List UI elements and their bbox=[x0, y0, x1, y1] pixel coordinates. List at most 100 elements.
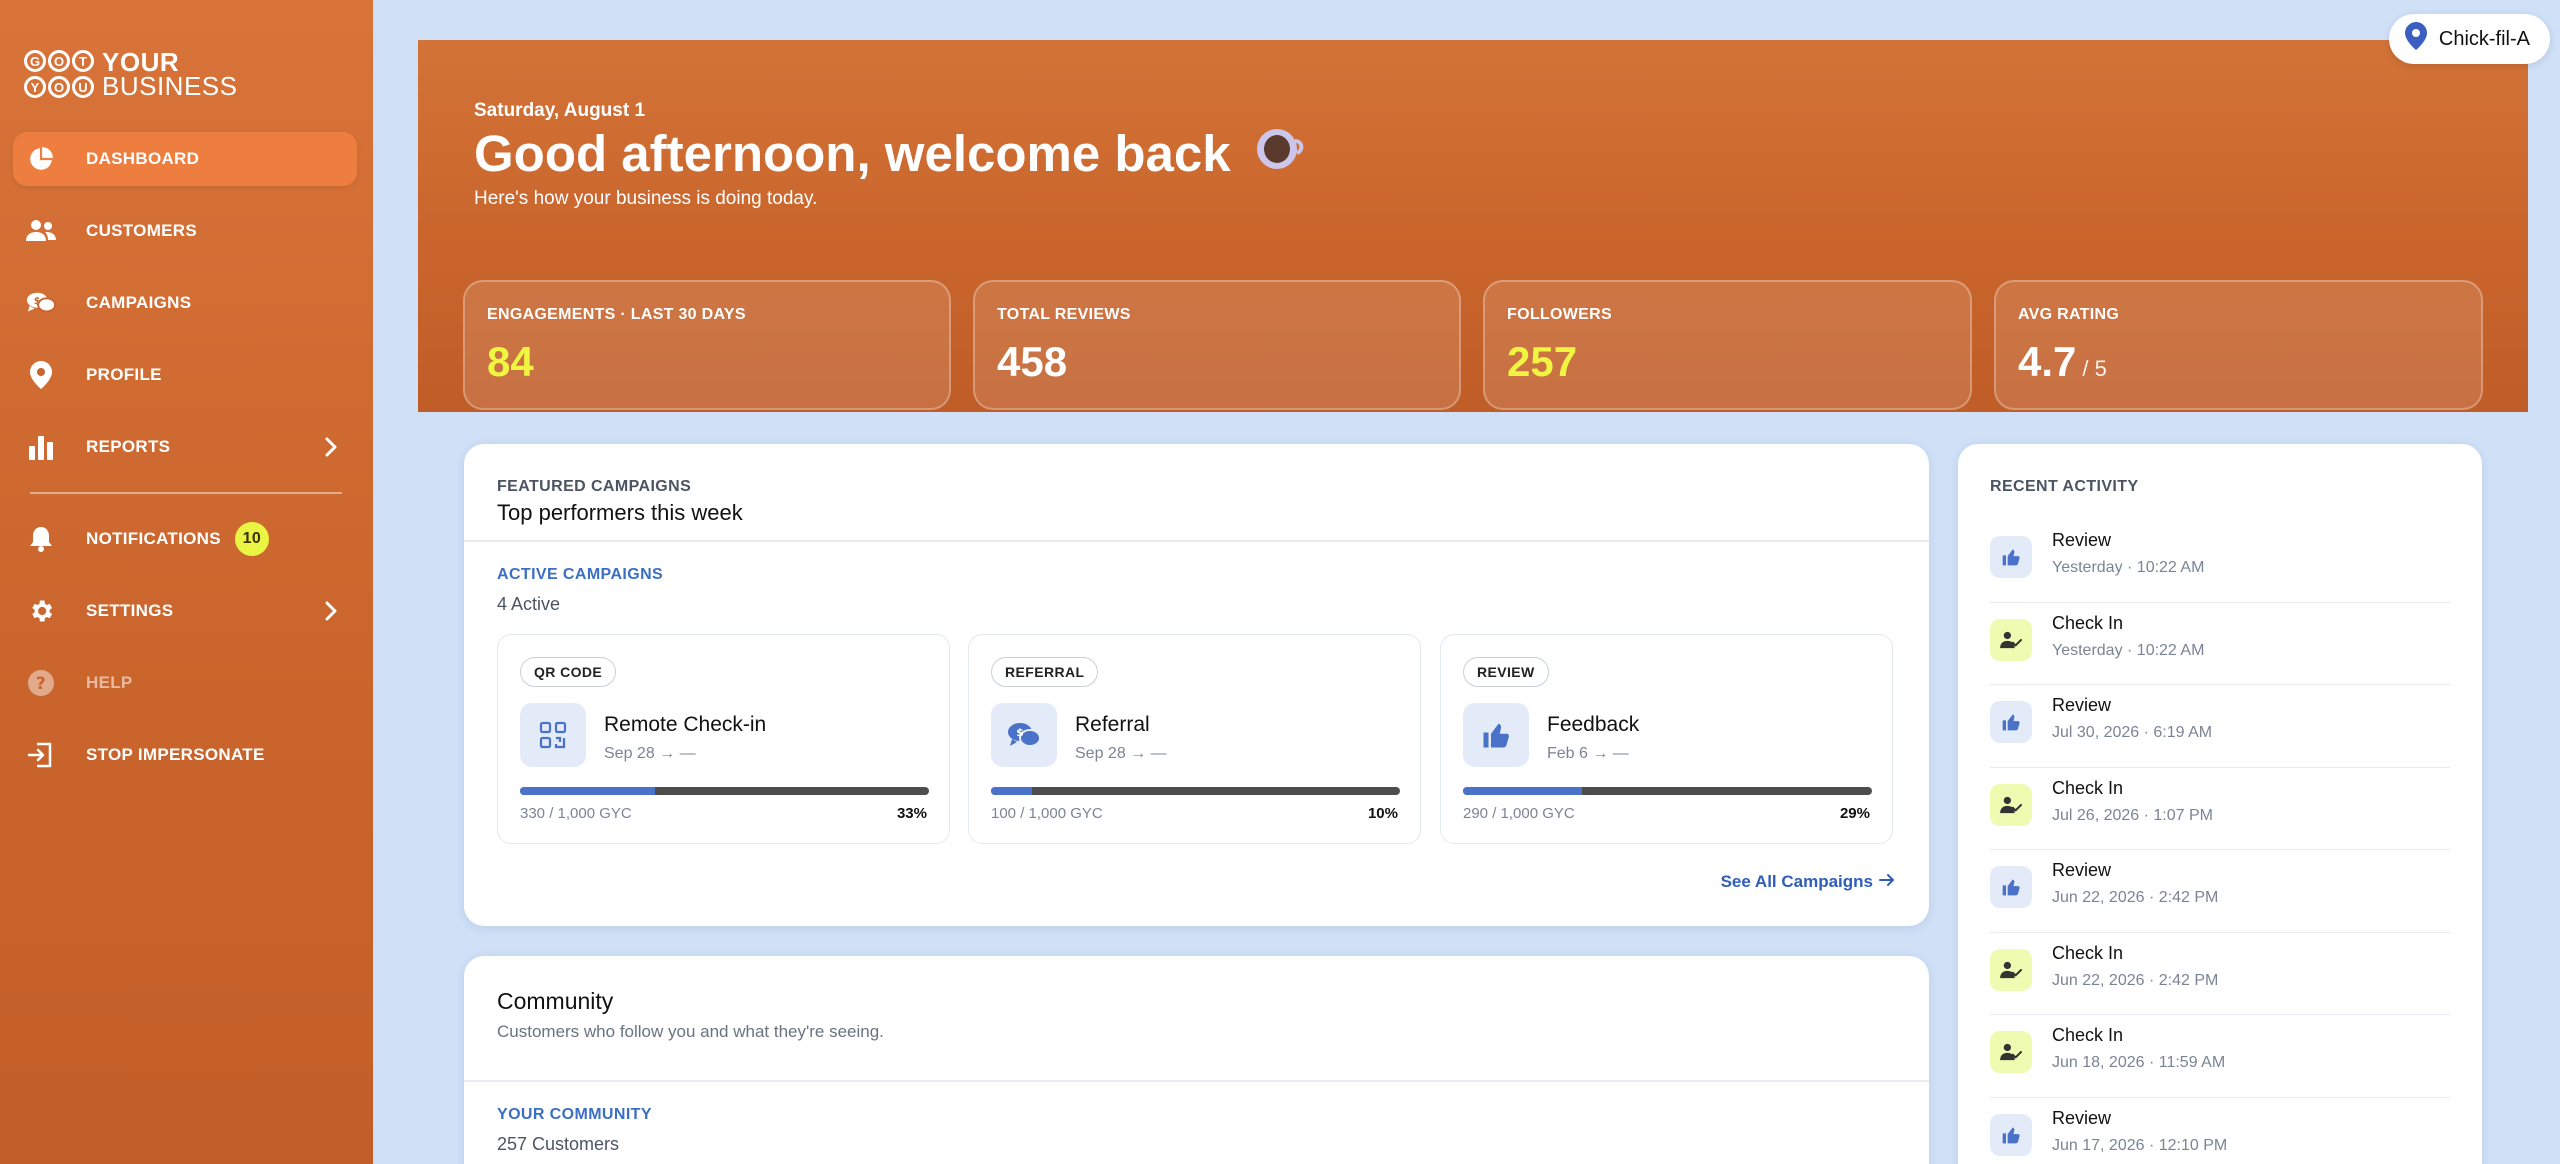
stat-value: 4.7/ 5 bbox=[2018, 338, 2107, 386]
bar-chart-icon bbox=[26, 432, 56, 462]
progress-fill bbox=[991, 787, 1032, 795]
rating-value: 4.7 bbox=[2018, 338, 2077, 385]
activity-title: Check In bbox=[2052, 1025, 2124, 1045]
activity-timestamp: Jul 30, 2026 · 6:19 AM bbox=[2052, 724, 2213, 741]
location-pin-icon bbox=[2404, 22, 2427, 56]
coffee-cup-icon bbox=[1255, 124, 1305, 183]
activity-title: Check In bbox=[2052, 612, 2124, 633]
welcome-heading: Good afternoon, welcome back bbox=[474, 124, 1305, 183]
sidebar-item-label: CUSTOMERS bbox=[86, 221, 198, 240]
recent-activity-card: RECENT ACTIVITY Review Yesterday · 10:22 … bbox=[1958, 444, 2482, 1164]
nav-divider bbox=[30, 492, 342, 494]
card-overline: FEATURED CAMPAIGNS bbox=[497, 478, 692, 495]
location-pin-icon bbox=[26, 360, 56, 390]
current-date: Saturday, August 1 bbox=[474, 100, 646, 121]
activity-title: Review bbox=[2052, 530, 2112, 550]
stat-label: FOLLOWERS bbox=[1507, 306, 1612, 323]
logo-mark: G O T Y O U bbox=[24, 50, 94, 98]
sidebar-item-label: HELP bbox=[86, 673, 133, 692]
sidebar-item-stop-impersonate[interactable]: STOP IMPERSONATE bbox=[13, 728, 357, 782]
stat-card-followers: FOLLOWERS 257 bbox=[1483, 280, 1972, 410]
sidebar-item-help[interactable]: ? HELP bbox=[13, 656, 357, 710]
campaign-percent: 29% bbox=[1839, 805, 1870, 822]
campaign-card-feedback[interactable]: REVIEW Feedback Feb 6 → — 290 / 1,000 GY… bbox=[1440, 634, 1893, 844]
activity-timestamp: Yesterday · 10:22 AM bbox=[2052, 641, 2205, 659]
sidebar-item-reports[interactable]: REPORTS bbox=[13, 420, 357, 474]
referral-chat-icon: $ bbox=[991, 703, 1057, 767]
campaign-dates: Feb 6 → — bbox=[1547, 745, 1629, 762]
activity-item[interactable]: Review Jul 30, 2026 · 6:19 AM bbox=[1990, 685, 2450, 768]
activity-timestamp: Jun 18, 2026 · 11:59 AM bbox=[2052, 1054, 2226, 1071]
campaign-progress-bar bbox=[1463, 787, 1872, 795]
activity-text: Check In Yesterday · 10:22 AM bbox=[2052, 609, 2204, 660]
activity-title: Check In bbox=[2052, 942, 2124, 963]
activity-list: Review Yesterday · 10:22 AM Check In Yeste… bbox=[1990, 520, 2450, 1164]
thumbs-up-icon bbox=[1990, 1113, 2032, 1156]
see-all-label: See All Campaigns bbox=[1720, 872, 1873, 891]
activity-item[interactable]: Check In Jun 18, 2026 · 11:59 AM bbox=[1990, 1015, 2450, 1098]
logo-letter: O bbox=[48, 76, 70, 98]
activity-title: Review bbox=[2052, 1107, 2112, 1128]
users-icon bbox=[26, 216, 56, 246]
logo-letter: T bbox=[72, 50, 94, 72]
card-title: Community bbox=[497, 988, 614, 1014]
sidebar-item-settings[interactable]: SETTINGS bbox=[13, 584, 357, 638]
stat-label: AVG RATING bbox=[2018, 306, 2120, 323]
chevron-right-icon bbox=[325, 437, 337, 462]
section-label: ACTIVE CAMPAIGNS bbox=[497, 566, 664, 583]
campaign-progress-text: 100 / 1,000 GYC bbox=[991, 805, 1103, 822]
stat-value: 257 bbox=[1507, 338, 1578, 385]
svg-text:$: $ bbox=[1016, 726, 1024, 739]
arrow-right-icon bbox=[1879, 872, 1895, 892]
campaign-card-remote-check-in[interactable]: QR CODE Remote Check-in Sep 28 → — 330 /… bbox=[497, 634, 950, 844]
logo-letter: U bbox=[72, 76, 94, 98]
activity-item[interactable]: Check In Jun 22, 2026 · 2:42 PM bbox=[1990, 933, 2450, 1015]
activity-item[interactable]: Check In Yesterday · 10:22 AM bbox=[1990, 603, 2450, 685]
activity-item[interactable]: Review Jun 22, 2026 · 2:42 PM bbox=[1990, 850, 2450, 933]
welcome-subtitle: Here's how your business is doing today. bbox=[474, 188, 818, 209]
sidebar-nav: DASHBOARD CUSTOMERS $ CAMPAIGNS PROFILE … bbox=[13, 132, 357, 800]
user-check-icon bbox=[1990, 1031, 2032, 1073]
svg-text:?: ? bbox=[36, 674, 46, 694]
community-card: Community Customers who follow you and w… bbox=[464, 956, 1929, 1164]
welcome-title-text: Good afternoon, welcome back bbox=[474, 125, 1231, 182]
svg-text:$: $ bbox=[34, 296, 41, 307]
campaign-card-referral[interactable]: REFERRAL $ Referral Sep 28 → — 100 / 1,0… bbox=[968, 634, 1421, 844]
sidebar-item-profile[interactable]: PROFILE bbox=[13, 348, 357, 402]
campaign-name: Feedback bbox=[1547, 713, 1640, 736]
activity-item[interactable]: Check In Jul 26, 2026 · 1:07 PM bbox=[1990, 768, 2450, 850]
help-circle-icon: ? bbox=[26, 668, 56, 698]
sidebar-item-campaigns[interactable]: $ CAMPAIGNS bbox=[13, 276, 357, 330]
progress-fill bbox=[1463, 787, 1582, 795]
see-all-campaigns-link[interactable]: See All Campaigns bbox=[1721, 872, 1895, 892]
sidebar: G O T Y O U YOUR BUSINESS DASHBOARD CUST… bbox=[0, 0, 373, 1164]
activity-timestamp: Jun 17, 2026 · 12:10 PM bbox=[2052, 1136, 2228, 1154]
sidebar-item-notifications[interactable]: NOTIFICATIONS 10 bbox=[13, 512, 357, 566]
stat-label: ENGAGEMENTS · LAST 30 DAYS bbox=[487, 306, 746, 323]
activity-title: Review bbox=[2052, 695, 2112, 715]
activity-item[interactable]: Review Jun 17, 2026 · 12:10 PM bbox=[1990, 1098, 2450, 1164]
rating-scale: / 5 bbox=[2082, 356, 2107, 381]
active-campaign-count: 4 Active bbox=[497, 594, 561, 614]
card-subtitle: Customers who follow you and what they'r… bbox=[497, 1022, 884, 1041]
user-check-icon bbox=[1990, 618, 2032, 661]
campaign-progress-bar bbox=[991, 787, 1400, 795]
brand-logo[interactable]: G O T Y O U YOUR BUSINESS bbox=[24, 49, 238, 99]
thumbs-up-icon bbox=[1463, 703, 1529, 767]
community-count: 257 Customers bbox=[497, 1134, 620, 1154]
notification-count-badge: 10 bbox=[234, 522, 269, 556]
activity-text: Review Jun 22, 2026 · 2:42 PM bbox=[2052, 856, 2218, 907]
activity-timestamp: Jun 22, 2026 · 2:42 PM bbox=[2052, 971, 2219, 989]
qr-code-icon bbox=[520, 703, 586, 767]
business-selector[interactable]: Chick-fil-A bbox=[2388, 14, 2550, 64]
campaign-progress-text: 290 / 1,000 GYC bbox=[1463, 805, 1575, 822]
campaign-percent: 33% bbox=[896, 805, 927, 822]
activity-title: Review bbox=[2052, 860, 2112, 880]
sidebar-item-customers[interactable]: CUSTOMERS bbox=[13, 204, 357, 258]
activity-item[interactable]: Review Yesterday · 10:22 AM bbox=[1990, 520, 2450, 603]
stat-card-avg-rating: AVG RATING 4.7/ 5 bbox=[1994, 280, 2483, 410]
sidebar-item-dashboard[interactable]: DASHBOARD bbox=[13, 132, 357, 186]
campaign-percent: 10% bbox=[1367, 805, 1398, 822]
sidebar-item-label: SETTINGS bbox=[86, 601, 174, 620]
campaign-dates: Sep 28 → — bbox=[604, 745, 696, 762]
